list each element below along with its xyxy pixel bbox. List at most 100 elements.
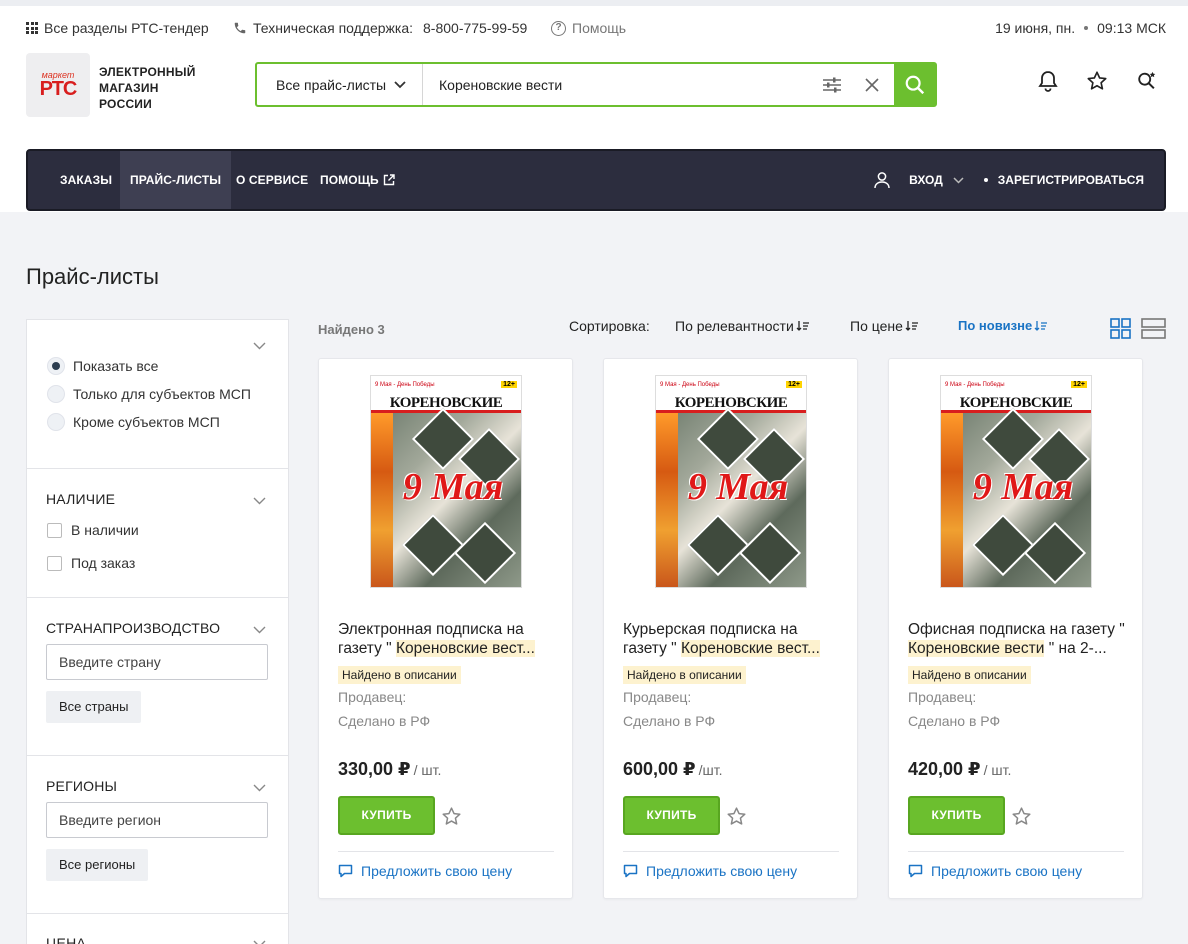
sort-option-label: По цене [850,318,903,334]
chevron-down-icon[interactable] [953,176,964,184]
logo[interactable]: маркет РТС [26,53,90,117]
checkbox-on-order[interactable]: Под заказ [47,555,135,571]
title-highlight: Кореновские вести [908,640,1045,657]
help-link[interactable]: ? Помощь [551,20,626,36]
sort-newest[interactable]: По новизне [958,318,1048,333]
sort-label: Сортировка: [569,318,650,334]
price: 420,00 ₽ / шт. [908,759,1011,780]
chevron-down-icon[interactable] [253,940,266,944]
all-sections-link[interactable]: Все разделы РТС-тендер [26,20,209,36]
radio-except-msp[interactable]: Кроме субъектов МСП [47,413,220,431]
search-button[interactable] [894,64,935,105]
sort-icon [796,321,809,331]
seller-label: Продавец: [623,689,692,705]
radio-button[interactable] [47,413,65,431]
radio-button[interactable] [47,357,65,375]
cover-headline: 9 Мая [402,466,504,508]
saved-search-icon[interactable] [1136,70,1158,92]
radio-button[interactable] [47,385,65,403]
chevron-down-icon[interactable] [253,626,266,634]
all-countries-button[interactable]: Все страны [46,691,142,723]
nav-item-price-lists[interactable]: ПРАЙС-ЛИСТЫ [120,151,232,209]
cover-photo-collage: 9 Мая [656,407,806,587]
login-link[interactable]: ВХОД [909,173,943,187]
logo-caption-line: ЭЛЕКТРОННЫЙ [99,65,196,79]
title-highlight: Кореновские вест... [680,640,820,657]
buy-button[interactable]: КУПИТЬ [908,796,1005,835]
nav-item-help[interactable]: ПОМОЩЬ [320,151,395,209]
logo-big-text: РТС [39,77,78,100]
checkbox[interactable] [47,555,62,571]
product-title[interactable]: Курьерская подписка на газету " Кореновс… [623,620,841,658]
radio-label: Только для субъектов МСП [73,386,251,402]
chevron-down-icon[interactable] [253,497,266,505]
sort-price[interactable]: По цене [850,318,919,334]
cover-header: 9 Мая - День Победы 12+ [656,376,806,393]
found-in-description-badge: Найдено в описании [338,666,461,684]
clear-icon[interactable] [864,77,880,93]
support-info: Техническая поддержка: 8-800-775-99-59 [233,20,527,36]
product-image[interactable]: 9 Мая - День Победы 12+ КОРЕНОВСКИЕ 9 Ма… [940,375,1092,588]
seller-label: Продавец: [908,689,977,705]
search-input[interactable] [423,64,822,105]
product-image[interactable]: 9 Мая - День Победы 12+ КОРЕНОВСКИЕ 9 Ма… [370,375,522,588]
cover-header-text: 9 Мая - День Победы [660,381,720,388]
buy-button[interactable]: КУПИТЬ [623,796,720,835]
logo-caption: ЭЛЕКТРОННЫЙ МАГАЗИН РОССИИ [99,64,196,112]
product-title[interactable]: Офисная подписка на газету " Кореновские… [908,620,1126,658]
checkbox[interactable] [47,522,62,538]
favorite-star-icon[interactable] [1011,806,1032,827]
bell-icon[interactable] [1038,70,1058,92]
offer-price-link[interactable]: Предложить свою цену [908,863,1082,879]
country-input[interactable] [46,644,268,680]
all-regions-button[interactable]: Все регионы [46,849,149,881]
offer-price-label: Предложить свою цену [931,863,1083,879]
radio-msp-only[interactable]: Только для субъектов МСП [47,385,251,403]
star-icon[interactable] [1086,70,1108,92]
photo-tile [453,521,517,585]
chevron-down-icon[interactable] [253,342,266,350]
top-bar: Все разделы РТС-тендер Техническая подде… [0,0,1188,44]
chat-icon [908,864,923,878]
radio-show-all[interactable]: Показать все [47,357,158,375]
price: 600,00 ₽/шт. [623,759,722,780]
sort-option-label: По релевантности [675,318,794,334]
nav-item-about[interactable]: О СЕРВИСЕ [236,151,308,209]
support-label: Техническая поддержка: [253,20,414,36]
cover-header: 9 Мая - День Победы 12+ [371,376,521,393]
sort-relevance[interactable]: По релевантности [675,318,810,334]
list-view-icon[interactable] [1141,318,1166,339]
cover-photo-collage: 9 Мая [371,407,521,587]
register-link[interactable]: ЗАРЕГИСТРИРОВАТЬСЯ [998,173,1144,187]
page-title: Прайс-листы [26,264,159,289]
nav-item-orders[interactable]: ЗАКАЗЫ [60,151,112,209]
product-title[interactable]: Электронная подписка на газету " Коренов… [338,620,556,658]
question-icon: ? [551,20,566,36]
buy-button[interactable]: КУПИТЬ [338,796,435,835]
support-phone[interactable]: 8-800-775-99-59 [423,20,527,36]
availability-title: НАЛИЧИЕ [46,491,116,507]
favorite-star-icon[interactable] [441,806,462,827]
offer-price-link[interactable]: Предложить свою цену [623,863,797,879]
title-highlight: Кореновские вест... [395,640,535,657]
cover-headline: 9 Мая [687,466,789,508]
product-card[interactable]: 9 Мая - День Победы 12+ КОРЕНОВСКИЕ 9 Ма… [318,358,573,899]
filter-settings-icon[interactable] [822,76,842,94]
grid-icon [26,22,38,34]
grid-view-icon[interactable] [1110,318,1131,339]
favorite-star-icon[interactable] [726,806,747,827]
region-input[interactable] [46,802,268,838]
checkbox-in-stock[interactable]: В наличии [47,522,139,538]
cover-header-text: 9 Мая - День Победы [375,381,435,388]
nav-help-label: ПОМОЩЬ [320,173,379,187]
search-scope-dropdown[interactable]: Все прайс-листы [257,64,423,105]
product-image[interactable]: 9 Мая - День Победы 12+ КОРЕНОВСКИЕ 9 Ма… [655,375,807,588]
offer-price-label: Предложить свою цену [646,863,798,879]
product-card[interactable]: 9 Мая - День Победы 12+ КОРЕНОВСКИЕ 9 Ма… [888,358,1143,899]
help-label: Помощь [572,20,627,36]
product-card[interactable]: 9 Мая - День Победы 12+ КОРЕНОВСКИЕ 9 Ма… [603,358,858,899]
chevron-down-icon[interactable] [253,784,266,792]
logo-caption-line: МАГАЗИН [99,81,159,95]
found-in-description-badge: Найдено в описании [908,666,1031,684]
offer-price-link[interactable]: Предложить свою цену [338,863,512,879]
